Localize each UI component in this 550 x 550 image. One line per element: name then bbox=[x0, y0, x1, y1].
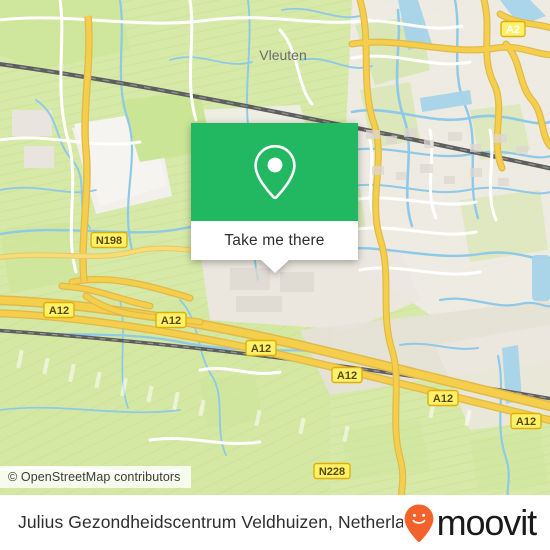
moovit-logo[interactable]: moovit bbox=[403, 501, 538, 543]
popup-header bbox=[191, 123, 358, 221]
road-shield: N228 bbox=[313, 462, 351, 480]
popup-action-row[interactable]: Take me there bbox=[191, 221, 358, 260]
road-shield-label: N198 bbox=[96, 235, 122, 247]
popup-tail-pointer bbox=[260, 260, 289, 273]
road-shield: A12 bbox=[43, 301, 75, 319]
road-shield: A12 bbox=[245, 339, 277, 357]
road-shield-label: A12 bbox=[161, 315, 181, 327]
road-shield-label: A2 bbox=[506, 24, 520, 36]
map-place-label: Vleuten bbox=[259, 47, 306, 63]
road-shield: N198 bbox=[90, 231, 128, 249]
attribution-text: © OpenStreetMap contributors bbox=[8, 470, 181, 484]
road-shield: A12 bbox=[155, 311, 187, 329]
page-footer: Julius Gezondheidscentrum Veldhuizen, Ne… bbox=[0, 495, 550, 550]
location-pin-icon bbox=[253, 144, 296, 200]
road-shield-label: A12 bbox=[516, 416, 536, 428]
map-page: Vleuten A2 N198 A12 A12 A12 A12 A12 A12 N228 © Op… bbox=[0, 0, 550, 550]
map-attribution: © OpenStreetMap contributors bbox=[0, 466, 191, 488]
location-popup-card[interactable]: Take me there bbox=[191, 123, 358, 273]
road-shield: A12 bbox=[510, 412, 542, 430]
moovit-wordmark: moovit bbox=[436, 501, 538, 543]
road-shield: A12 bbox=[427, 389, 459, 407]
road-shield-label: A12 bbox=[251, 343, 271, 355]
take-me-there-label: Take me there bbox=[224, 231, 325, 249]
road-shield-label: A12 bbox=[433, 393, 453, 405]
road-shield-label: A12 bbox=[337, 370, 357, 382]
road-shield: A12 bbox=[331, 366, 363, 384]
road-shield: A2 bbox=[500, 20, 526, 38]
moovit-pin-icon bbox=[404, 504, 433, 542]
road-shield-label: N228 bbox=[319, 466, 345, 478]
location-title: Julius Gezondheidscentrum Veldhuizen, Ne… bbox=[18, 512, 403, 532]
road-shield-label: A12 bbox=[49, 305, 69, 317]
